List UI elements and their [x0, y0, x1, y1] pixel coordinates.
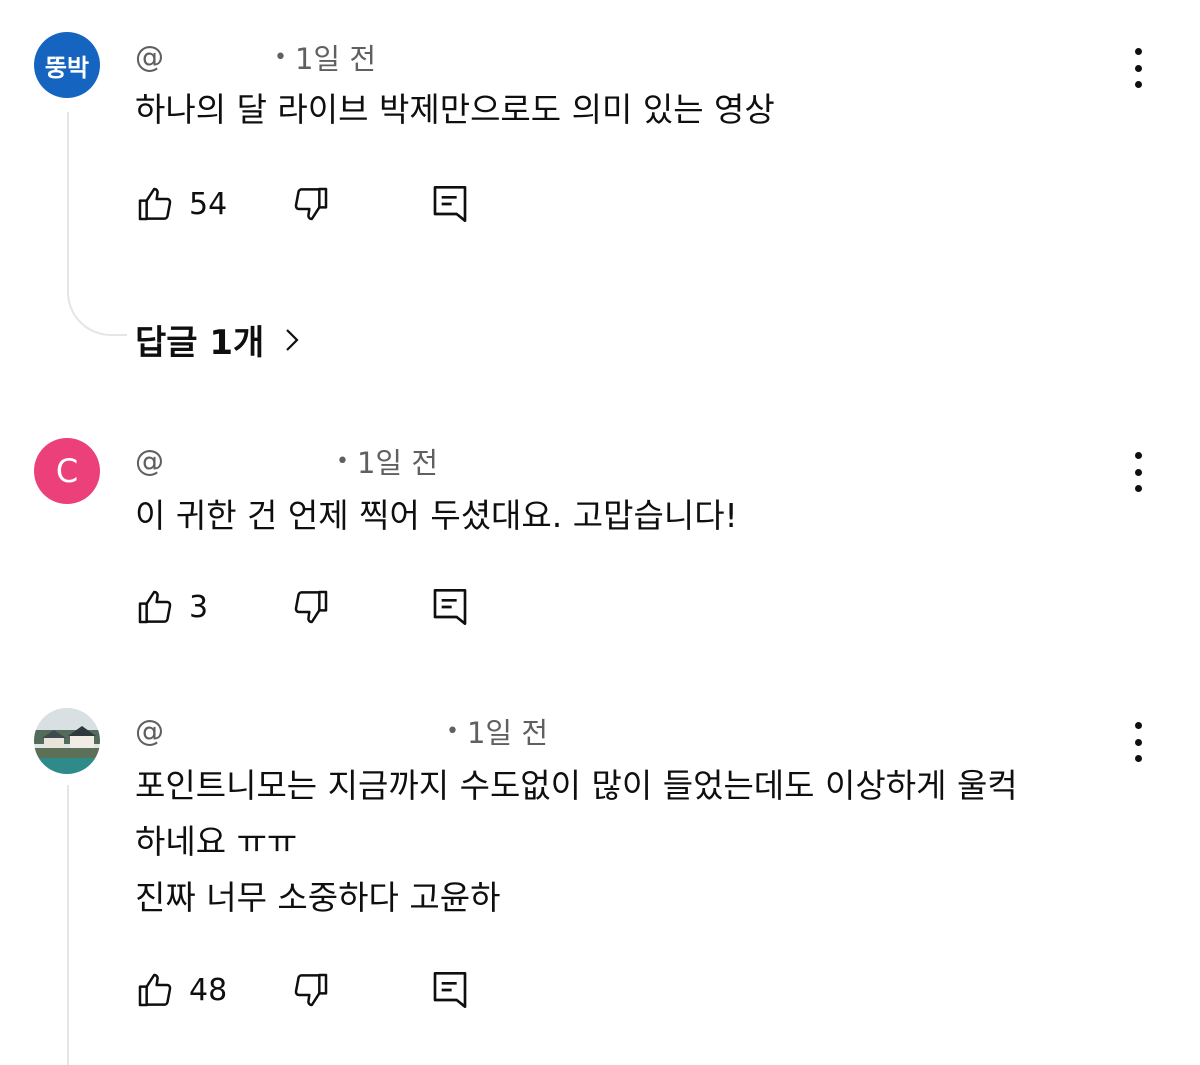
avatar-initials: 뚱박 [44, 53, 90, 82]
thumbs-up-icon [138, 187, 172, 221]
avatar[interactable]: C [34, 438, 100, 504]
reply-icon [433, 589, 467, 625]
reply-button[interactable] [431, 965, 469, 1015]
comment-time: 1일 전 [356, 446, 439, 480]
dislike-button[interactable] [291, 582, 331, 632]
reply-icon [433, 186, 467, 223]
avatar[interactable] [34, 708, 100, 774]
comment-meta: @ • 1일 전 [135, 440, 438, 482]
comment-text: 포인트니모는 지금까지 수도없이 많이 들었는데도 이상하게 울컥 하네요 ㅠㅠ… [135, 766, 1018, 917]
comment-text: 이 귀한 건 언제 찍어 두셨대요. 고맙습니다! [135, 496, 738, 535]
like-count: 54 [189, 186, 228, 222]
reply-icon [433, 972, 467, 1008]
avatar-initials: C [55, 452, 79, 490]
separator-dot: • [336, 448, 349, 474]
like-button[interactable]: 48 [135, 965, 227, 1015]
author-handle[interactable]: @ [135, 444, 164, 478]
like-count: 3 [189, 589, 209, 625]
dislike-button[interactable] [291, 965, 331, 1015]
thread-line [67, 785, 69, 1065]
comment-meta: @ • 1일 전 [135, 710, 548, 752]
separator-dot: • [446, 718, 459, 744]
view-replies-button[interactable]: 답글 1개 [135, 315, 300, 364]
reply-button[interactable] [431, 179, 469, 229]
thumbs-down-icon [294, 973, 328, 1007]
replies-label: 답글 1개 [135, 323, 265, 363]
thumbs-up-icon [138, 973, 172, 1007]
comment-text: 하나의 달 라이브 박제만으로도 의미 있는 영상 [135, 90, 775, 129]
thumbs-up-icon [138, 590, 172, 624]
like-count: 48 [189, 972, 228, 1008]
author-handle[interactable]: @ [135, 714, 164, 748]
more-vert-icon[interactable] [1128, 452, 1148, 492]
thread-curve [67, 290, 127, 336]
separator-dot: • [274, 44, 287, 70]
reply-button[interactable] [431, 582, 469, 632]
landscape-photo-icon [34, 708, 100, 774]
avatar[interactable]: 뚱박 [34, 32, 100, 98]
comment-meta: @ • 1일 전 [135, 36, 376, 78]
more-vert-icon[interactable] [1128, 722, 1148, 762]
chevron-right-icon [286, 328, 299, 351]
comment-time: 1일 전 [466, 716, 549, 750]
dislike-button[interactable] [291, 179, 331, 229]
thread-line [67, 112, 69, 290]
comment-time: 1일 전 [294, 42, 377, 76]
like-button[interactable]: 3 [135, 582, 208, 632]
thumbs-down-icon [294, 187, 328, 221]
like-button[interactable]: 54 [135, 179, 227, 229]
thumbs-down-icon [294, 590, 328, 624]
author-handle[interactable]: @ [135, 40, 164, 74]
